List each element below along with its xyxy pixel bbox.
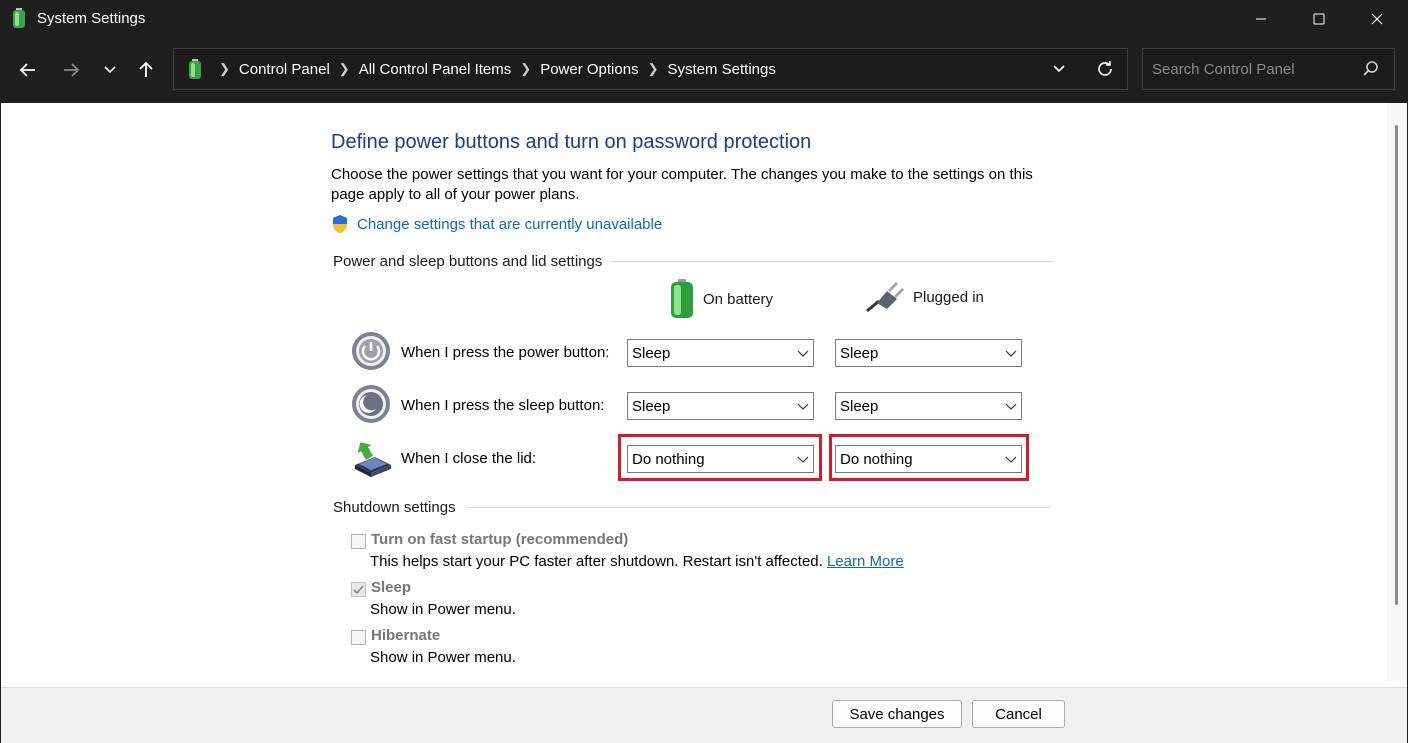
hibernate-option-label: Hibernate [371,627,441,644]
search-box[interactable] [1142,48,1395,90]
up-button[interactable] [130,56,162,84]
change-settings-link[interactable]: Change settings that are currently unava… [331,214,662,234]
sleep-checkbox[interactable] [351,582,366,597]
scroll-thumb[interactable] [1395,125,1398,605]
fast-startup-label: Turn on fast startup (recommended) [371,531,629,548]
breadcrumb-separator: ❯ [647,61,659,76]
fast-startup-description-text: This helps start your PC faster after sh… [370,553,823,570]
title-bar: System Settings [0,0,1408,38]
address-bar[interactable]: ❯ Control Panel ❯ All Control Panel Item… [173,48,1128,90]
forward-button[interactable] [55,56,87,84]
chevron-down-icon [1053,65,1065,73]
laptop-lid-icon [355,442,391,477]
chevron-down-icon [1005,403,1017,410]
section-divider [465,506,1051,508]
sleep-option-description: Show in Power menu. [370,601,516,618]
dropdown-value: Sleep [632,398,671,415]
breadcrumb: ❯ Control Panel ❯ All Control Panel Item… [188,49,776,89]
breadcrumb-system-settings[interactable]: System Settings [667,61,775,78]
power-plug-icon [866,281,905,313]
breadcrumb-power-options[interactable]: Power Options [540,61,638,78]
back-button[interactable] [12,56,44,84]
dropdown-value: Sleep [840,345,879,362]
maximize-button[interactable] [1290,0,1348,38]
breadcrumb-all-items[interactable]: All Control Panel Items [359,61,512,78]
chevron-down-icon [797,403,809,410]
section-title: Shutdown settings [333,498,456,516]
breadcrumb-separator: ❯ [219,61,230,76]
refresh-button[interactable] [1092,49,1118,89]
sleep-button-plugged-dropdown[interactable]: Sleep [835,392,1022,420]
address-history-button[interactable] [1047,49,1071,89]
arrow-up-icon [139,61,153,77]
vertical-scrollbar[interactable] [1387,103,1407,681]
on-battery-column-header: On battery [669,279,773,319]
page-description: Choose the power settings that you want … [331,166,1033,203]
cancel-button[interactable]: Cancel [972,700,1065,728]
change-settings-link-text[interactable]: Change settings that are currently unava… [357,216,662,233]
recent-locations-button[interactable] [94,56,126,84]
highlight-box-battery [618,434,822,481]
battery-app-icon [13,8,25,28]
breadcrumb-control-panel[interactable]: Control Panel [239,61,330,78]
sleep-button-icon [352,385,390,423]
close-lid-label: When I close the lid: [401,450,537,467]
save-changes-button[interactable]: Save changes [832,700,962,728]
search-icon[interactable] [1361,59,1381,79]
fast-startup-description: This helps start your PC faster after sh… [370,553,904,570]
window-title: System Settings [37,10,146,27]
page-title: Define power buttons and turn on passwor… [331,131,812,153]
power-button-label: When I press the power button: [401,344,610,361]
power-button-icon [352,332,390,370]
minimize-icon [1256,18,1266,20]
maximize-icon [1313,13,1325,25]
sleep-button-label: When I press the sleep button: [401,397,605,414]
battery-location-icon [189,59,201,79]
sleep-button-battery-dropdown[interactable]: Sleep [627,392,814,420]
chevron-down-icon [797,350,809,357]
dropdown-value: Sleep [840,398,879,415]
uac-shield-icon [333,215,347,233]
plugged-in-label: Plugged in [913,288,984,306]
section-divider [612,260,1053,262]
fast-startup-checkbox[interactable] [351,534,366,549]
footer-bar: Save changes Cancel [1,687,1407,743]
chevron-down-icon [104,66,116,74]
learn-more-link[interactable]: Learn More [827,553,904,570]
power-buttons-section-header: Power and sleep buttons and lid settings [333,251,1053,271]
on-battery-label: On battery [703,290,774,308]
checkmark-icon [353,585,364,595]
hibernate-checkbox[interactable] [351,630,366,645]
battery-icon [671,279,693,318]
section-title: Power and sleep buttons and lid settings [333,252,603,270]
search-input[interactable] [1143,49,1362,89]
shutdown-section-header: Shutdown settings [333,497,1051,517]
breadcrumb-separator: ❯ [338,61,350,76]
plugged-in-column-header: Plugged in [865,279,984,315]
hibernate-option-description: Show in Power menu. [370,649,516,666]
power-button-battery-dropdown[interactable]: Sleep [627,339,814,367]
power-button-plugged-dropdown[interactable]: Sleep [835,339,1022,367]
dropdown-value: Sleep [632,345,671,362]
arrow-right-icon [64,63,80,77]
sleep-option-label: Sleep [371,579,412,596]
arrow-left-icon [19,63,35,77]
close-icon [1371,13,1383,25]
highlight-box-plugged [829,434,1029,481]
breadcrumb-separator: ❯ [520,61,532,76]
minimize-button[interactable] [1232,0,1290,38]
close-button[interactable] [1348,0,1406,38]
refresh-icon [1098,61,1112,76]
chevron-down-icon [1005,350,1017,357]
content-pane: Define power buttons and turn on passwor… [1,103,1407,687]
navigation-bar: ❯ Control Panel ❯ All Control Panel Item… [0,38,1408,102]
